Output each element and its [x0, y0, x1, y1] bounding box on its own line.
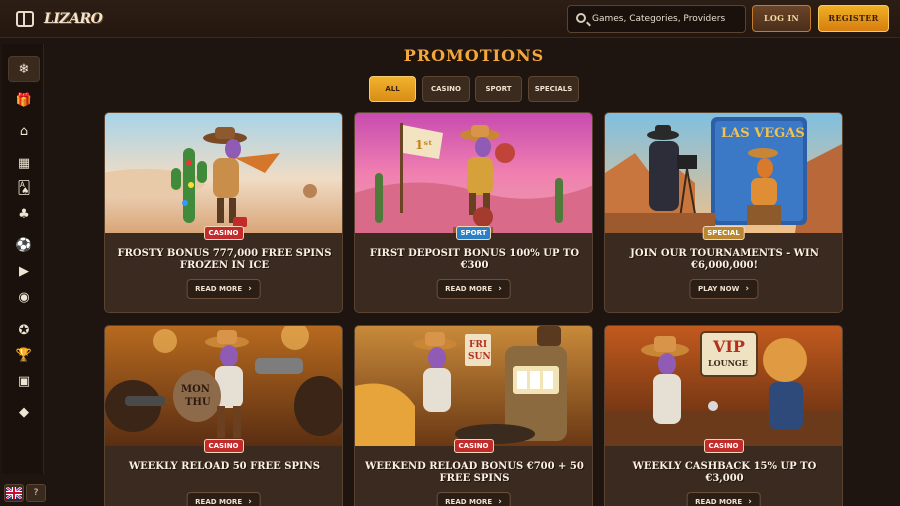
- read-more-button[interactable]: READ MORE ›: [436, 492, 511, 506]
- button-label: READ MORE: [695, 498, 743, 506]
- promo-image-tournaments: LAS VEGAS: [605, 113, 842, 233]
- bag-text-mon: MON: [181, 384, 210, 395]
- search-icon: [576, 13, 586, 23]
- home-icon[interactable]: ⌂: [8, 118, 40, 144]
- read-more-button[interactable]: READ MORE ›: [686, 492, 761, 506]
- read-more-button[interactable]: READ MORE ›: [186, 279, 261, 299]
- read-more-button[interactable]: READ MORE ›: [186, 492, 261, 506]
- read-more-button[interactable]: READ MORE ›: [436, 279, 511, 299]
- vip-sign-text: VIP: [712, 337, 745, 356]
- gift-icon[interactable]: 🎁: [8, 87, 40, 113]
- button-label: PLAY NOW: [697, 285, 740, 293]
- promo-title: JOIN OUR TOURNAMENTS - WIN €6,000,000!: [630, 248, 819, 271]
- chevron-right-icon: ›: [498, 497, 502, 506]
- login-button[interactable]: LOG IN: [752, 5, 811, 32]
- button-label: READ MORE: [195, 498, 243, 506]
- soccer-ball-icon[interactable]: ⚽: [8, 232, 40, 258]
- promo-card: LAS VEGAS SPECIAL JOIN OUR TOURNAMENTS -…: [604, 112, 843, 313]
- category-badge: CASINO: [453, 439, 494, 453]
- play-icon[interactable]: ▶: [8, 258, 40, 284]
- category-badge: CASINO: [203, 439, 244, 453]
- category-badge: CASINO: [703, 439, 744, 453]
- button-label: READ MORE: [445, 498, 493, 506]
- category-badge: SPORT: [455, 226, 492, 240]
- promo-title: FROSTY BONUS 777,000 FREE SPINS FROZEN I…: [117, 248, 332, 271]
- promo-card: CASINO FROSTY BONUS 777,000 FREE SPINS F…: [104, 112, 343, 313]
- register-button[interactable]: REGISTER: [818, 5, 889, 32]
- search-input[interactable]: [592, 6, 742, 32]
- svg-text:1ˢᵗ: 1ˢᵗ: [415, 138, 433, 152]
- trophy-icon[interactable]: 🏆: [8, 342, 40, 368]
- language-flag-icon[interactable]: [4, 484, 24, 502]
- chevron-right-icon: ›: [745, 284, 750, 294]
- logo[interactable]: LIZARO: [44, 4, 103, 34]
- help-icon[interactable]: ?: [26, 484, 46, 502]
- promo-image-cashback: VIP LOUNGE: [605, 326, 842, 446]
- page-title: PROMOTIONS: [403, 46, 545, 65]
- promo-image-first-deposit: 1ˢᵗ: [355, 113, 592, 233]
- clover-icon[interactable]: ♣: [8, 201, 40, 227]
- cards-icon[interactable]: 🂡: [8, 175, 40, 201]
- shop-icon[interactable]: ▣: [8, 368, 40, 394]
- play-now-button[interactable]: PLAY NOW ›: [688, 279, 759, 299]
- promo-card: VIP LOUNGE CASINO WEEKLY CASHBACK 15% UP…: [604, 325, 843, 506]
- promo-title: FIRST DEPOSIT BONUS 100% UP TO €300: [369, 248, 580, 271]
- category-badge: SPECIAL: [702, 226, 745, 240]
- promo-image-weekend-reload: FRI SUN: [355, 326, 592, 446]
- chevron-right-icon: ›: [498, 284, 502, 294]
- promo-card: FRI SUN CASINO WEEKEND RELOAD BONUS €700…: [354, 325, 593, 506]
- lounge-sign-text: LOUNGE: [708, 358, 748, 368]
- promo-image-frosty: [105, 113, 342, 233]
- promo-image-weekly-reload: MON THU: [105, 326, 342, 446]
- sign-text-fri: FRI: [469, 340, 487, 350]
- tab-all[interactable]: ALL: [369, 76, 416, 102]
- promo-title: WEEKLY CASHBACK 15% UP TO €3,000: [632, 461, 817, 484]
- treasure-chest-icon[interactable]: ▦: [8, 150, 40, 176]
- top-header: LIZARO LOG IN REGISTER: [0, 0, 900, 38]
- uk-flag-icon: [6, 487, 22, 499]
- tab-specials[interactable]: SPECIALS: [528, 76, 579, 102]
- chevron-right-icon: ›: [248, 284, 252, 294]
- sidebar-toggle-icon[interactable]: [16, 11, 34, 27]
- promo-card: 1ˢᵗ SPORT FIRST DEPOSIT BONUS 100% UP TO…: [354, 112, 593, 313]
- badge-icon[interactable]: ✪: [8, 317, 40, 343]
- promo-card: MON THU CASINO WEEKLY RELOAD 50 FREE SPI…: [104, 325, 343, 506]
- bag-text-thu: THU: [185, 397, 211, 408]
- button-label: READ MORE: [195, 285, 243, 293]
- vegas-sign-text: LAS VEGAS: [721, 126, 805, 141]
- tab-casino[interactable]: CASINO: [422, 76, 470, 102]
- search-box[interactable]: [567, 5, 746, 33]
- sign-text-sun: SUN: [468, 352, 491, 362]
- sidebar: ❄ 🎁 ⌂ ▦ 🂡 ♣ ⚽ ▶ ◉ ✪ 🏆 ▣ ◆: [2, 44, 44, 474]
- diamond-icon[interactable]: ◆: [8, 399, 40, 425]
- promo-title: WEEKLY RELOAD 50 FREE SPINS: [128, 461, 321, 472]
- category-badge: CASINO: [203, 226, 244, 240]
- button-label: READ MORE: [445, 285, 493, 293]
- live-icon[interactable]: ◉: [8, 284, 40, 310]
- chevron-right-icon: ›: [748, 497, 752, 506]
- promo-title: WEEKEND RELOAD BONUS €700 + 50 FREE SPIN…: [365, 461, 584, 484]
- chevron-right-icon: ›: [248, 497, 252, 506]
- tab-sport[interactable]: SPORT: [475, 76, 522, 102]
